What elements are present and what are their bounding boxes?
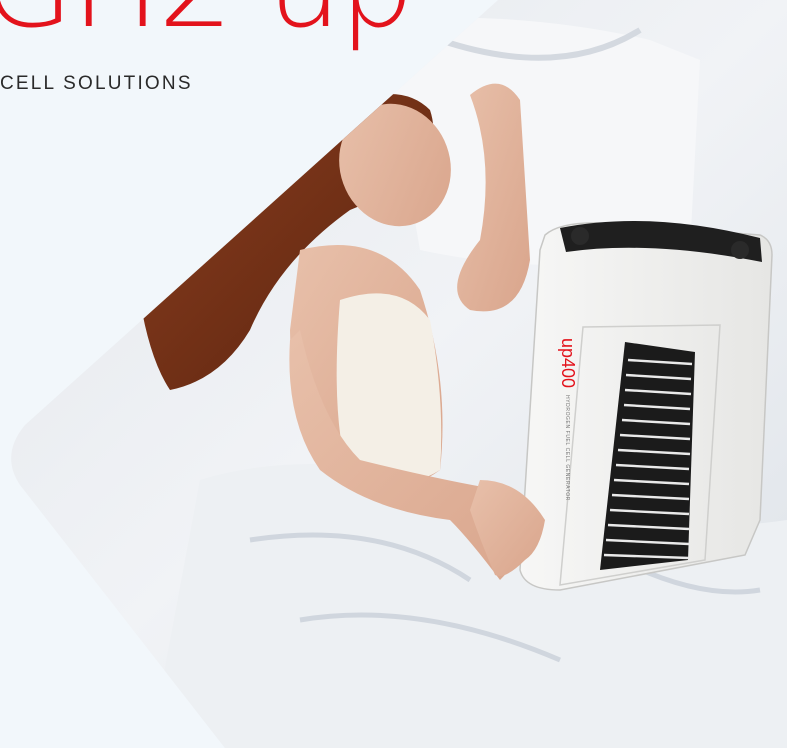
fuel-cell-generator: up400 HYDROGEN FUEL CELL GENERATOR — [519, 220, 773, 591]
hero-photo: up400 HYDROGEN FUEL CELL GENERATOR — [11, 0, 787, 748]
device-label: up400 — [558, 338, 578, 388]
device-caption: HYDROGEN FUEL CELL GENERATOR — [564, 395, 570, 501]
